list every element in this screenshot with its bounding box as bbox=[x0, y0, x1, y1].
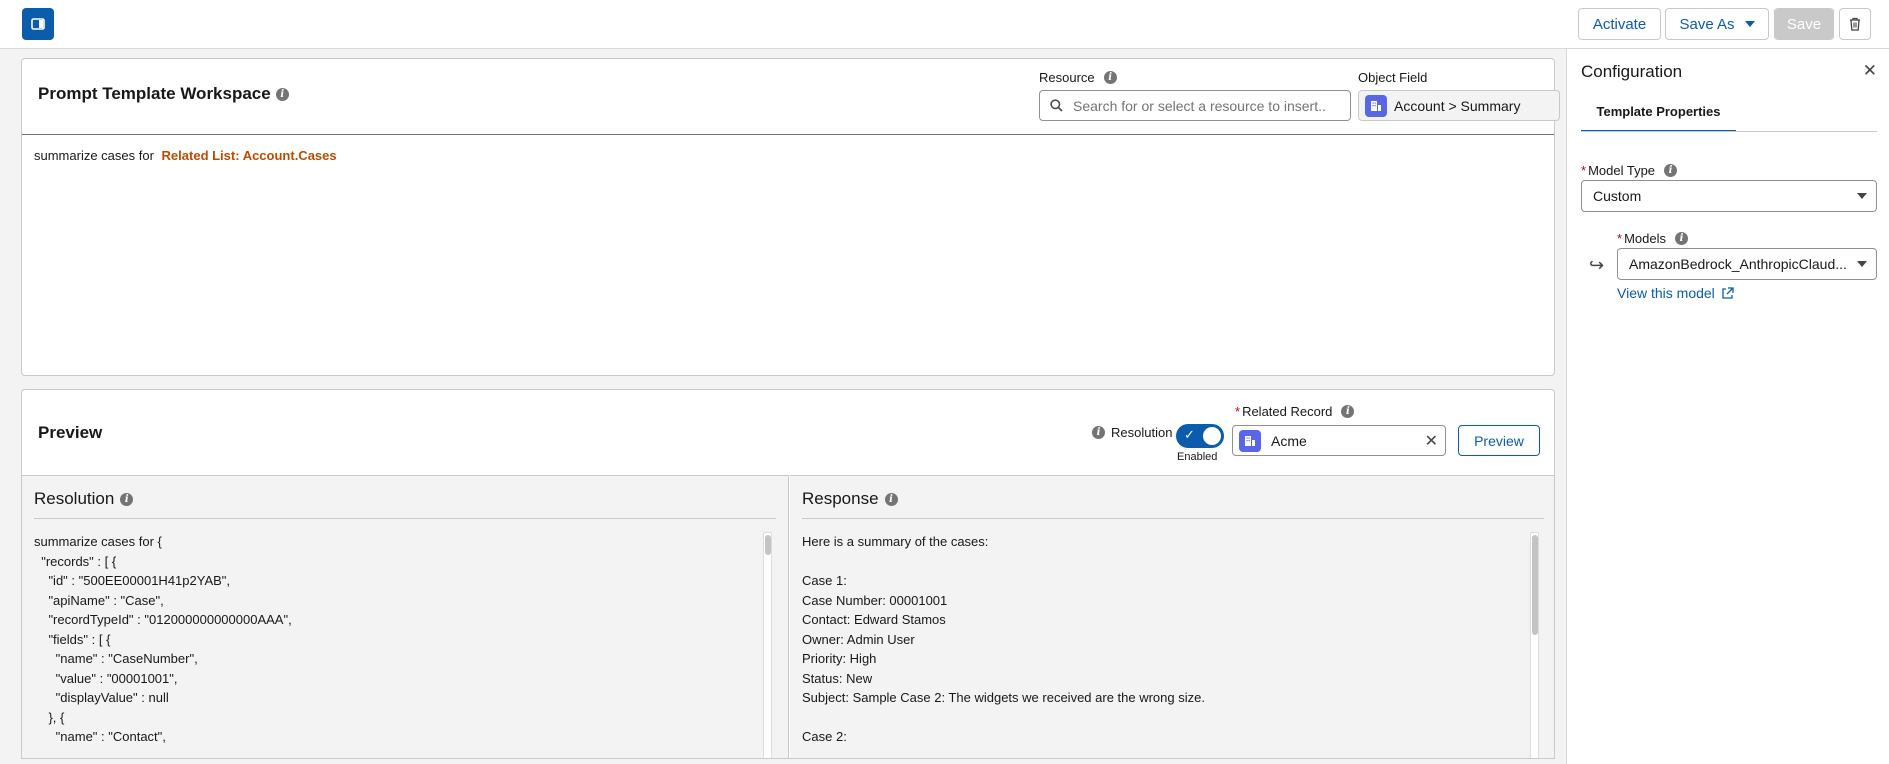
preview-title: Preview bbox=[38, 423, 103, 442]
external-link-icon bbox=[1722, 286, 1734, 299]
response-column: Response i Here is a summary of the case… bbox=[790, 475, 1554, 758]
search-icon bbox=[1050, 99, 1063, 112]
output-line: Case 2: bbox=[802, 729, 847, 744]
info-icon[interactable]: i bbox=[1341, 405, 1355, 418]
preview-panel: Preview i Resolution ✓ Enabled * Related … bbox=[21, 389, 1555, 759]
resolution-toggle[interactable]: ✓ bbox=[1176, 424, 1224, 448]
info-icon[interactable]: i bbox=[1664, 164, 1678, 177]
related-record-label: * Related Record i bbox=[1235, 404, 1355, 419]
resource-search-placeholder: Search for or select a resource to inser… bbox=[1073, 97, 1326, 114]
tab-template-properties[interactable]: Template Properties bbox=[1581, 93, 1736, 132]
output-line: Case Number: 00001001 bbox=[802, 592, 948, 608]
save-as-label: Save As bbox=[1679, 15, 1735, 33]
resolution-column: Resolution i summarize cases for { "reco… bbox=[22, 475, 789, 758]
info-icon[interactable]: i bbox=[1674, 232, 1688, 245]
output-line: Case 1: bbox=[802, 573, 847, 588]
configuration-title: Configuration bbox=[1581, 62, 1683, 81]
info-icon[interactable]: i bbox=[884, 492, 898, 506]
info-icon[interactable]: i bbox=[1103, 71, 1117, 84]
output-line: Contact: Edward Stamos bbox=[802, 612, 946, 627]
response-scrollbar[interactable] bbox=[1530, 532, 1539, 758]
resource-label: Resource i bbox=[1039, 70, 1117, 85]
info-icon[interactable]: i bbox=[275, 87, 289, 101]
resolution-output: summarize cases for { "records" : [ { "i… bbox=[34, 532, 764, 758]
check-icon: ✓ bbox=[1184, 427, 1195, 442]
resolution-header: Resolution i bbox=[34, 489, 134, 509]
output-line: "apiName" : "Case", bbox=[34, 592, 164, 608]
workspace-title: Prompt Template Workspace i bbox=[38, 84, 289, 104]
output-line: Here is a summary of the cases: bbox=[802, 534, 989, 549]
response-output: Here is a summary of the cases: Case 1: C… bbox=[802, 532, 1532, 758]
model-type-select[interactable]: Custom bbox=[1581, 180, 1877, 212]
output-line: summarize cases for { bbox=[34, 534, 162, 549]
panel-toggle-button[interactable] bbox=[22, 8, 54, 40]
output-line: Owner: Admin User bbox=[802, 631, 915, 647]
panel-toggle-icon bbox=[31, 18, 45, 30]
response-header: Response i bbox=[802, 489, 898, 509]
output-line: "name" : "Contact", bbox=[34, 729, 166, 744]
preview-button[interactable]: Preview bbox=[1458, 425, 1540, 456]
output-line: "displayValue" : null bbox=[34, 690, 169, 705]
prompt-template-workspace: Prompt Template Workspace i Resource i S… bbox=[21, 58, 1560, 376]
object-icon bbox=[1239, 429, 1261, 452]
info-icon[interactable]: i bbox=[120, 492, 134, 506]
trash-icon bbox=[1850, 17, 1860, 31]
output-line: "value" : "00001001", bbox=[34, 670, 178, 686]
output-line: Priority: High bbox=[802, 651, 877, 666]
object-field-value: Account > Summary bbox=[1358, 90, 1560, 121]
tab-divider bbox=[1581, 131, 1877, 132]
output-line: Subject: Sample Case 2: The widgets we r… bbox=[802, 690, 1205, 705]
models-select[interactable]: AmazonBedrock_AnthropicClaud... bbox=[1617, 248, 1877, 280]
save-as-button[interactable]: Save As bbox=[1665, 8, 1769, 40]
output-line: Status: New bbox=[802, 670, 873, 686]
toggle-state-label: Enabled bbox=[1177, 451, 1218, 463]
configuration-panel: Configuration ✕ Template Properties * Mod… bbox=[1566, 49, 1889, 764]
resolution-toggle-label: i Resolution bbox=[1092, 425, 1172, 440]
return-arrow-icon: ↪ bbox=[1589, 255, 1605, 275]
toggle-knob bbox=[1203, 427, 1221, 445]
related-record-value: Acme bbox=[1271, 432, 1307, 449]
resolution-scrollbar[interactable] bbox=[763, 532, 772, 758]
output-line: "name" : "CaseNumber", bbox=[34, 651, 198, 666]
divider bbox=[802, 518, 1544, 519]
close-icon[interactable]: ✕ bbox=[1863, 61, 1877, 81]
editor-text: summarize cases for bbox=[34, 148, 154, 163]
divider bbox=[34, 518, 776, 519]
info-icon[interactable]: i bbox=[1092, 426, 1105, 439]
view-model-link[interactable]: View this model bbox=[1617, 285, 1734, 301]
object-field-label: Object Field bbox=[1358, 70, 1428, 85]
activate-button[interactable]: Activate bbox=[1578, 8, 1661, 40]
object-icon bbox=[1365, 94, 1387, 117]
prompt-editor[interactable]: summarize cases for Related List: Accoun… bbox=[22, 134, 1554, 375]
chevron-down-icon bbox=[1857, 261, 1867, 267]
save-button[interactable]: Save bbox=[1774, 8, 1834, 40]
output-line: "recordTypeId" : "012000000000000AAA", bbox=[34, 612, 292, 627]
output-line: "records" : [ { bbox=[34, 553, 117, 569]
close-icon[interactable]: ✕ bbox=[1425, 431, 1438, 451]
delete-button[interactable] bbox=[1839, 8, 1871, 40]
related-record-input[interactable]: Acme ✕ bbox=[1232, 425, 1446, 456]
top-toolbar: Activate Save As Save bbox=[0, 0, 1889, 49]
output-line: "id" : "500EE00001H41p2YAB", bbox=[34, 573, 231, 588]
merge-field[interactable]: Related List: Account.Cases bbox=[162, 148, 337, 163]
chevron-down-icon bbox=[1744, 21, 1755, 27]
model-type-label: * Model Type i bbox=[1581, 163, 1678, 178]
chevron-down-icon bbox=[1857, 193, 1867, 199]
output-line: }, { bbox=[34, 709, 65, 725]
models-label: * Models i bbox=[1617, 231, 1688, 246]
resource-search-input[interactable]: Search for or select a resource to inser… bbox=[1039, 90, 1351, 121]
output-line: "fields" : [ { bbox=[34, 631, 111, 647]
